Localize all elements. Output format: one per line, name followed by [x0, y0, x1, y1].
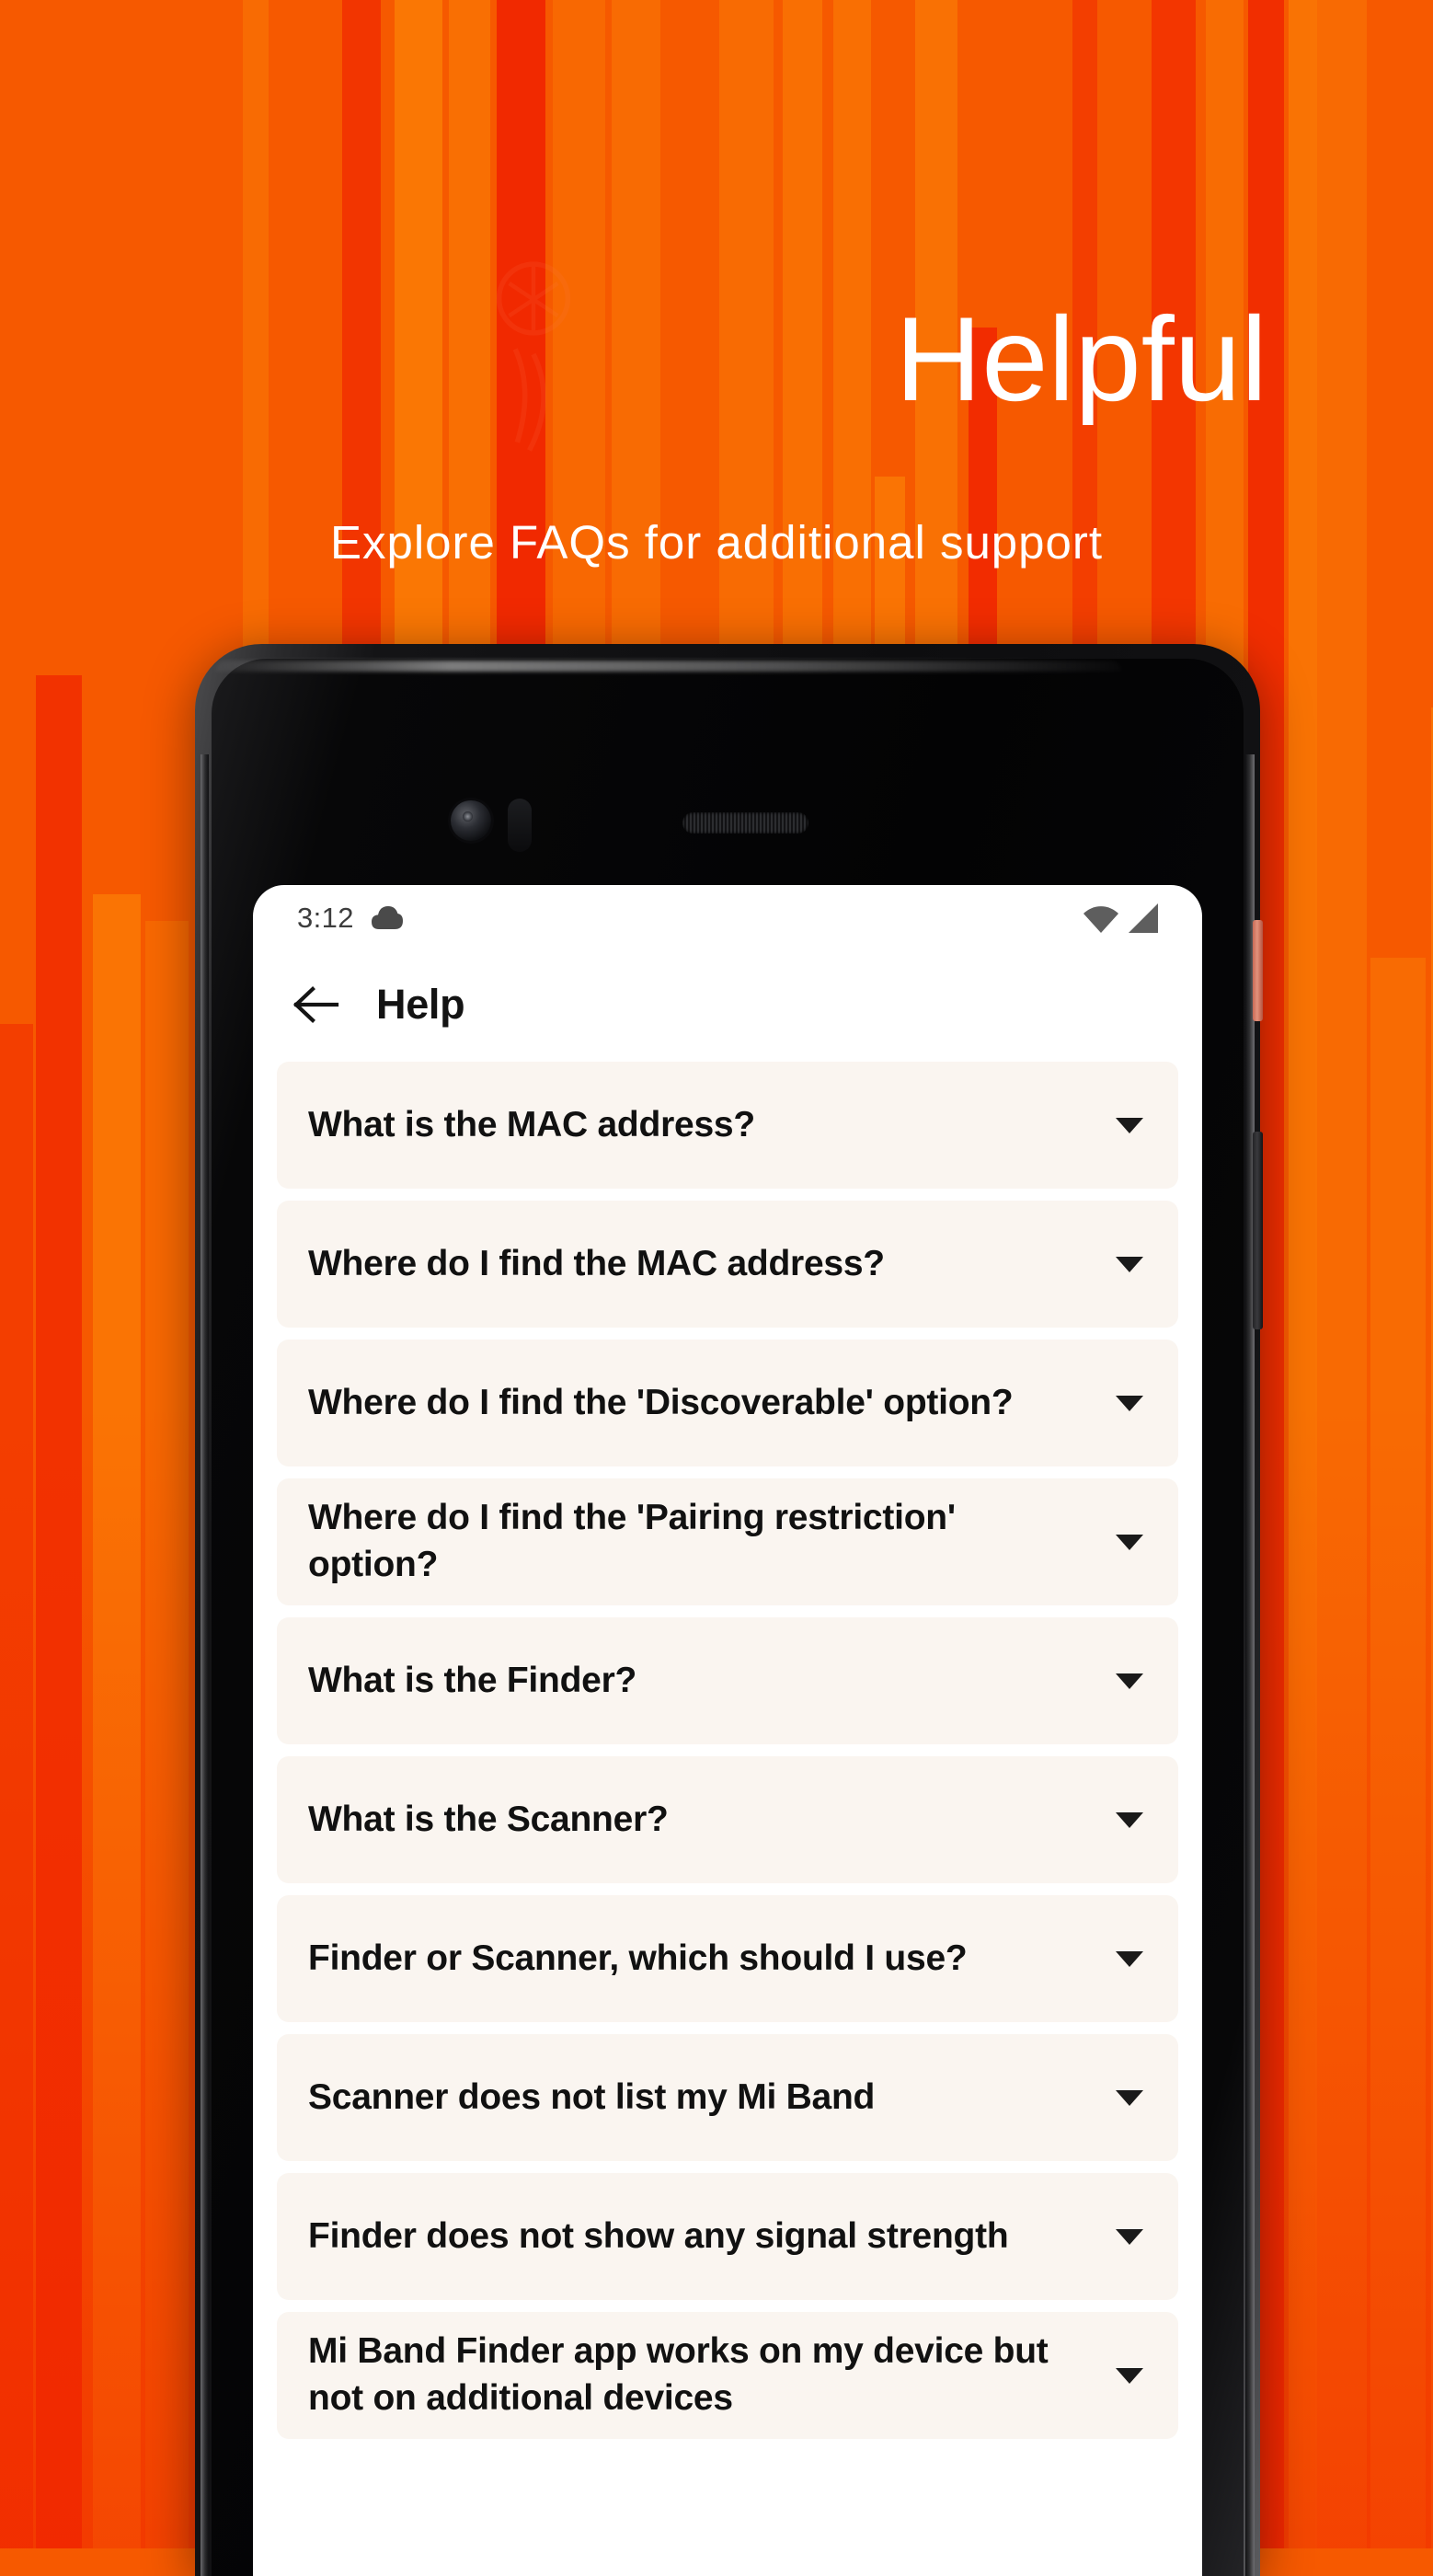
chevron-down-icon[interactable]: [1108, 2089, 1151, 2106]
faq-item[interactable]: Where do I find the 'Pairing restriction…: [277, 1478, 1178, 1605]
chevron-down-icon[interactable]: [1108, 2367, 1151, 2384]
chevron-down-glyph: [1116, 1534, 1143, 1550]
chevron-down-glyph: [1116, 1395, 1143, 1411]
chevron-down-glyph: [1116, 1673, 1143, 1689]
faq-question: Where do I find the 'Discoverable' optio…: [308, 1382, 1014, 1422]
phone-right-edge: [1245, 754, 1255, 2576]
power-button[interactable]: [1253, 920, 1263, 1021]
status-clock: 3:12: [297, 902, 354, 934]
faq-question: Finder or Scanner, which should I use?: [308, 1938, 968, 1978]
chevron-down-icon[interactable]: [1108, 2228, 1151, 2245]
faq-question: What is the Scanner?: [308, 1799, 669, 1839]
chevron-down-glyph: [1116, 2228, 1143, 2245]
faq-item[interactable]: Mi Band Finder app works on my device bu…: [277, 2312, 1178, 2439]
faq-item[interactable]: Where do I find the MAC address?: [277, 1201, 1178, 1328]
phone-screen: 3:12 Help What is the MAC address? Where…: [253, 885, 1202, 2576]
faq-item[interactable]: Scanner does not list my Mi Band: [277, 2034, 1178, 2161]
chevron-down-icon[interactable]: [1108, 1117, 1151, 1133]
chevron-down-glyph: [1116, 2089, 1143, 2106]
chevron-down-icon[interactable]: [1108, 1395, 1151, 1411]
faq-question: Finder does not show any signal strength: [308, 2215, 1009, 2256]
phone-left-edge: [201, 754, 209, 2576]
background-bar: [36, 675, 82, 2548]
faq-item[interactable]: What is the Finder?: [277, 1617, 1178, 1744]
back-arrow-icon[interactable]: [293, 985, 339, 1024]
app-bar-title: Help: [376, 981, 465, 1028]
app-bar: Help: [253, 951, 1202, 1058]
cloud-icon: [371, 906, 403, 930]
background-bar: [93, 894, 141, 2548]
faq-item[interactable]: Finder or Scanner, which should I use?: [277, 1895, 1178, 2022]
chevron-down-glyph: [1116, 1256, 1143, 1272]
faq-question: What is the MAC address?: [308, 1104, 755, 1144]
faq-list[interactable]: What is the MAC address? Where do I find …: [253, 1058, 1202, 2439]
phone-mockup: 3:12 Help What is the MAC address? Where…: [195, 644, 1263, 2576]
faq-question: Where do I find the 'Pairing restriction…: [308, 1498, 956, 1584]
chevron-down-icon[interactable]: [1108, 1811, 1151, 1828]
status-indicators: [1083, 903, 1160, 934]
proximity-sensor-icon: [508, 799, 532, 852]
page-title: Helpful: [895, 292, 1267, 426]
front-camera-icon: [451, 800, 491, 841]
status-bar: 3:12: [253, 885, 1202, 951]
volume-rocker[interactable]: [1253, 1132, 1263, 1329]
chevron-down-glyph: [1116, 1950, 1143, 1967]
chevron-down-icon[interactable]: [1108, 1534, 1151, 1550]
faq-item[interactable]: Where do I find the 'Discoverable' optio…: [277, 1340, 1178, 1466]
chevron-down-icon[interactable]: [1108, 1673, 1151, 1689]
phone-edge-highlight: [215, 661, 1122, 672]
promo-subtitle: Explore FAQs for additional support: [329, 516, 1104, 569]
background-bar: [145, 921, 189, 2548]
promo-headline-block: Helpful: [0, 299, 1433, 419]
earpiece-speaker-icon: [682, 812, 808, 834]
faq-item[interactable]: What is the Scanner?: [277, 1756, 1178, 1883]
faq-item[interactable]: Finder does not show any signal strength: [277, 2173, 1178, 2300]
faq-question: Where do I find the MAC address?: [308, 1243, 885, 1283]
chevron-down-glyph: [1116, 1811, 1143, 1828]
wifi-icon: [1083, 906, 1118, 933]
chevron-down-icon[interactable]: [1108, 1256, 1151, 1272]
faq-question: Scanner does not list my Mi Band: [308, 2076, 876, 2117]
background-bar: [0, 1024, 33, 2548]
background-bar: [1370, 958, 1426, 2548]
chevron-down-icon[interactable]: [1108, 1950, 1151, 1967]
faq-question: What is the Finder?: [308, 1660, 637, 1700]
signal-icon: [1129, 903, 1158, 933]
chevron-down-glyph: [1116, 1117, 1143, 1133]
faq-item[interactable]: What is the MAC address?: [277, 1062, 1178, 1189]
chevron-down-glyph: [1116, 2367, 1143, 2384]
faq-question: Mi Band Finder app works on my device bu…: [308, 2331, 1049, 2418]
